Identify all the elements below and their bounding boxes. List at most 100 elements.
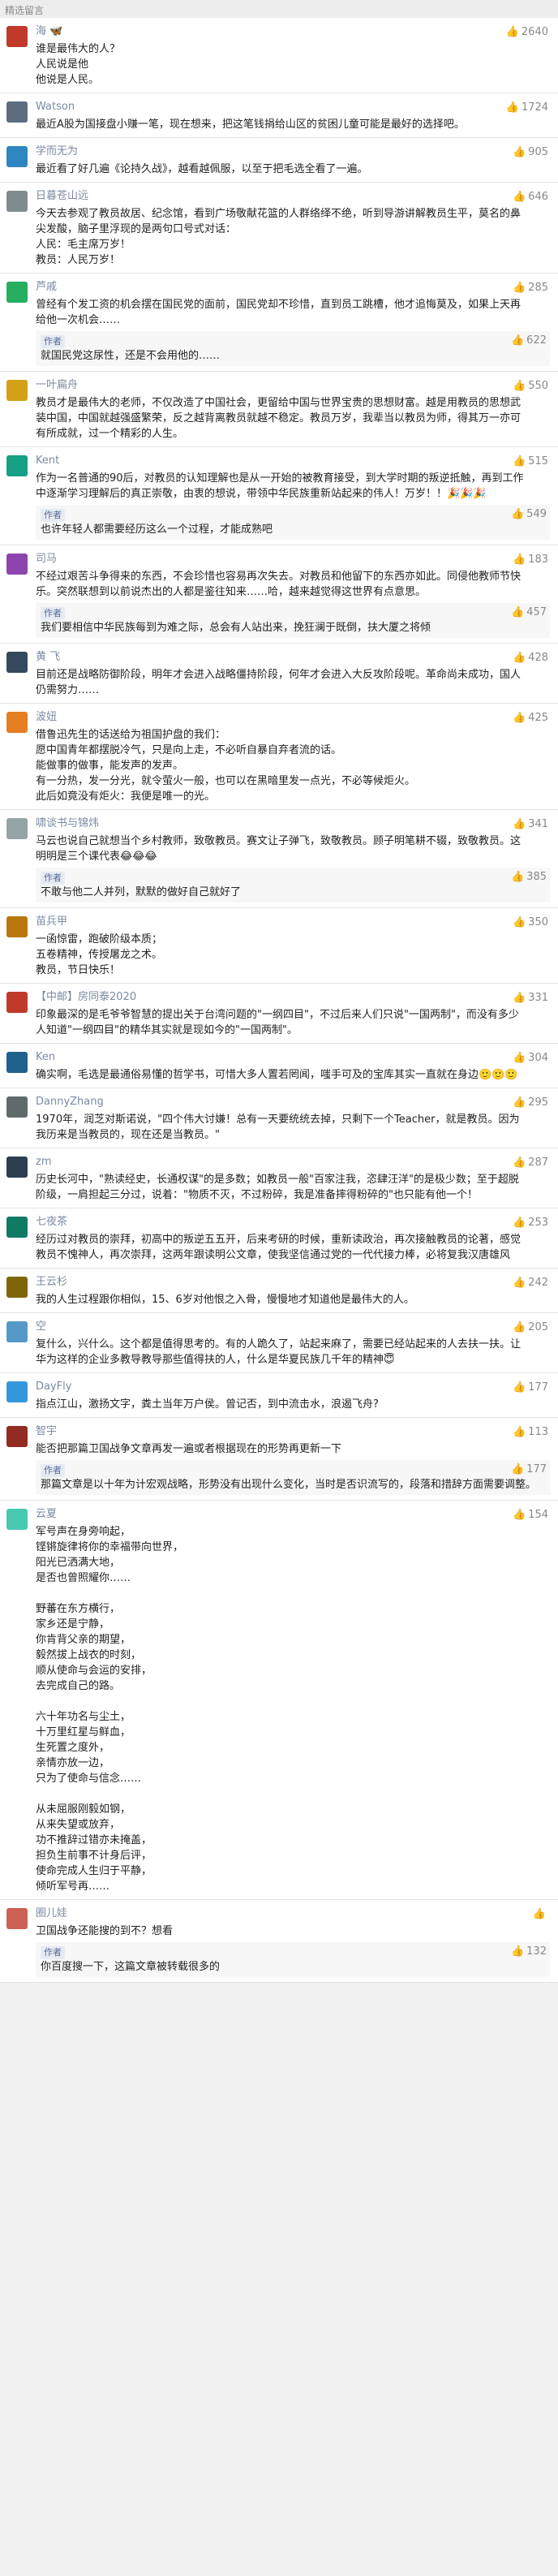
- avatar[interactable]: [6, 282, 28, 303]
- commenter-name[interactable]: 黄 飞: [36, 650, 550, 665]
- like-button[interactable]: 👍 154: [513, 1508, 548, 1523]
- like-button[interactable]: 👍 428: [513, 651, 548, 666]
- thumbs-up-icon: 👍: [512, 1277, 526, 1289]
- comment-item: 黄 飞 👍 428 目前还是战略防御阶段，明年才会进入战略僵持阶段，何年才会进入大反攻…: [0, 644, 558, 704]
- like-button[interactable]: 👍 295: [513, 1096, 548, 1110]
- comment-text: 复什么，兴什么。这个都是值得思考的。有的人跪久了，站起来麻了，需要已经站起来的人…: [36, 1338, 522, 1366]
- like-button[interactable]: 👍 287: [513, 1156, 548, 1170]
- reply-like-button[interactable]: 👍 549: [511, 507, 547, 522]
- like-button[interactable]: 👍 183: [513, 553, 548, 567]
- avatar[interactable]: [6, 101, 28, 123]
- avatar[interactable]: [6, 1277, 28, 1298]
- thumbs-up-icon: 👍: [532, 1908, 546, 1920]
- commenter-name[interactable]: DayFly: [36, 1380, 550, 1394]
- thumbs-up-icon: 👍: [512, 712, 526, 724]
- comment-item: DayFly 👍 177 指点江山，激扬文字，粪土当年万户侯。曾记否，到中流击水，浪遏…: [0, 1373, 558, 1418]
- avatar[interactable]: [6, 1052, 28, 1073]
- avatar[interactable]: [6, 26, 28, 47]
- commenter-name[interactable]: 波妞: [36, 710, 550, 725]
- like-button[interactable]: 👍 341: [513, 817, 548, 832]
- avatar[interactable]: [6, 992, 28, 1013]
- comment-text: 教员才是最伟大的老师，不仅改造了中国社会，更留给中国与世界宝贵的思想财富。越是用…: [36, 397, 522, 440]
- like-button[interactable]: 👍: [533, 1907, 548, 1922]
- comment-item: 圈儿娃 👍 卫国战争还能搜的到不？想看 作者 👍 132 你百度搜一下，这篇文章被转载很多的: [0, 1900, 558, 1983]
- avatar[interactable]: [6, 191, 28, 212]
- author-tag: 作者: [41, 607, 65, 620]
- commenter-name[interactable]: 芦戚: [36, 280, 550, 295]
- like-button[interactable]: 👍 242: [513, 1276, 548, 1290]
- like-button[interactable]: 👍 350: [513, 915, 548, 930]
- like-button[interactable]: 👍 550: [513, 379, 548, 394]
- avatar[interactable]: [6, 1426, 28, 1447]
- avatar[interactable]: [6, 455, 28, 476]
- avatar[interactable]: [6, 1381, 28, 1402]
- avatar[interactable]: [6, 1908, 28, 1929]
- like-button[interactable]: 👍 304: [513, 1051, 548, 1066]
- like-button[interactable]: 👍 905: [513, 145, 548, 160]
- like-button[interactable]: 👍 113: [513, 1425, 548, 1440]
- like-button[interactable]: 👍 515: [513, 454, 548, 469]
- thumbs-up-icon: 👍: [512, 1381, 526, 1394]
- comment-item: 云夏 👍 154 军号声在身旁响起， 铿锵旋律将你的幸福带向世界， 阳光已洒满大地， …: [0, 1501, 558, 1900]
- author-tag: 作者: [41, 509, 65, 522]
- commenter-name[interactable]: DannyZhang: [36, 1095, 550, 1109]
- like-button[interactable]: 👍 425: [513, 711, 548, 726]
- avatar[interactable]: [6, 818, 28, 839]
- avatar[interactable]: [6, 1321, 28, 1342]
- avatar[interactable]: [6, 554, 28, 575]
- like-count: 646: [528, 191, 548, 203]
- reply-like-button[interactable]: 👍 385: [511, 870, 547, 885]
- commenter-name[interactable]: 海 🦋: [36, 24, 550, 39]
- commenter-name[interactable]: 司马: [36, 552, 550, 566]
- commenter-name[interactable]: 圈儿娃: [36, 1906, 550, 1921]
- avatar[interactable]: [6, 916, 28, 937]
- reply-like-count: 132: [526, 1945, 547, 1958]
- reply-like-count: 457: [526, 606, 547, 618]
- like-button[interactable]: 👍 2640: [506, 25, 548, 40]
- author-reply: 作者 👍 177 那篇文章是以十年为计宏观战略，形势没有出现什么变化，当时是否识流写的…: [36, 1460, 550, 1495]
- comment-text: 曾经有个发工资的机会摆在国民党的面前，国民党却不珍惜，直到员工跳槽，他才追悔莫及…: [36, 299, 522, 326]
- reply-like-button[interactable]: 👍 457: [511, 605, 547, 620]
- avatar[interactable]: [6, 1157, 28, 1178]
- commenter-name[interactable]: 一叶扁舟: [36, 378, 550, 393]
- like-button[interactable]: 👍 253: [513, 1216, 548, 1230]
- avatar[interactable]: [6, 1217, 28, 1238]
- avatar[interactable]: [6, 380, 28, 401]
- comment-item: 波妞 👍 425 借鲁迅先生的话送给为祖国护盘的我们： 愿中国青年都摆脱冷气，只是向上…: [0, 704, 558, 810]
- avatar[interactable]: [6, 652, 28, 673]
- comment-text: 指点江山，激扬文字，粪土当年万户侯。曾记否，到中流击水，浪遏飞舟?: [36, 1398, 379, 1411]
- commenter-name[interactable]: 七夜茶: [36, 1215, 550, 1230]
- commenter-name[interactable]: 日暮苍山远: [36, 189, 550, 204]
- reply-like-button[interactable]: 👍 132: [511, 1945, 547, 1959]
- commenter-name[interactable]: 云夏: [36, 1507, 550, 1522]
- commenter-name[interactable]: Watson: [36, 100, 550, 114]
- commenter-name[interactable]: 苗兵甲: [36, 915, 550, 929]
- thumbs-up-icon: 👍: [505, 101, 519, 114]
- comment-item: 芦戚 👍 285 曾经有个发工资的机会摆在国民党的面前，国民党却不珍惜，直到员工跳槽，…: [0, 274, 558, 372]
- avatar[interactable]: [6, 1096, 28, 1118]
- commenter-name[interactable]: 啸谈书与锦炜: [36, 816, 550, 831]
- commenter-name[interactable]: zm: [36, 1155, 550, 1170]
- like-button[interactable]: 👍 177: [513, 1381, 548, 1395]
- avatar[interactable]: [6, 1509, 28, 1530]
- commenter-name[interactable]: 学而无为: [36, 144, 550, 159]
- commenter-name[interactable]: 智宇: [36, 1424, 550, 1439]
- like-button[interactable]: 👍 1724: [506, 101, 548, 115]
- avatar[interactable]: [6, 146, 28, 167]
- like-button[interactable]: 👍 646: [513, 190, 548, 205]
- commenter-name[interactable]: 【中邮】房同泰2020: [36, 990, 550, 1005]
- commenter-name[interactable]: Ken: [36, 1050, 550, 1065]
- comment-item: zm 👍 287 历史长河中，"熟读经史，长通权谋"的是多数；如教员一般"百家注我，恣…: [0, 1148, 558, 1208]
- like-button[interactable]: 👍 285: [513, 281, 548, 295]
- commenter-name[interactable]: 王云杉: [36, 1275, 550, 1290]
- commenter-name[interactable]: Kent: [36, 454, 550, 468]
- like-button[interactable]: 👍 205: [513, 1320, 548, 1335]
- reply-like-button[interactable]: 👍 622: [511, 334, 547, 348]
- reply-like-button[interactable]: 👍 177: [511, 1462, 547, 1477]
- like-button[interactable]: 👍 331: [513, 991, 548, 1006]
- commenter-name[interactable]: 空: [36, 1320, 550, 1334]
- thumbs-up-icon: 👍: [512, 818, 526, 830]
- avatar[interactable]: [6, 712, 28, 733]
- comment-item: 【中邮】房同泰2020 👍 331 印象最深的是毛爷爷智慧的提出关于台湾问题的"一纲四…: [0, 984, 558, 1044]
- comment-text: 我的人生过程跟你相似，15、6岁对他恨之入骨，慢慢地才知道他是最伟大的人。: [36, 1294, 414, 1306]
